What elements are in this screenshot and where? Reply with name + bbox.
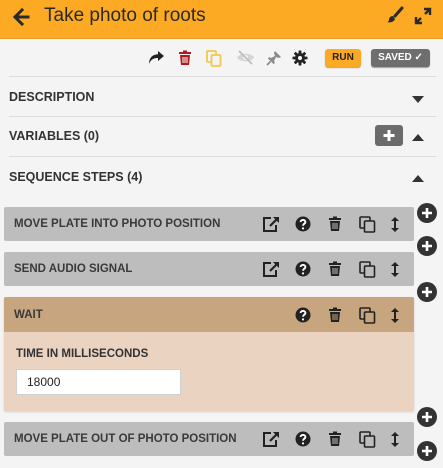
header-divider xyxy=(0,38,443,39)
help-icon[interactable] xyxy=(295,431,311,452)
step-label: WAIT xyxy=(14,309,43,321)
run-button[interactable]: RUN xyxy=(325,49,361,67)
copy-icon[interactable] xyxy=(359,261,376,283)
reorder-icon[interactable] xyxy=(390,261,400,283)
section-title: VARIABLES (0) xyxy=(9,129,100,143)
trash-icon[interactable] xyxy=(328,261,342,282)
reorder-icon[interactable] xyxy=(390,307,400,329)
app-header: Take photo of roots xyxy=(0,0,443,38)
sequence-steps-section[interactable]: SEQUENCE STEPS (4) xyxy=(0,157,443,197)
reorder-icon[interactable] xyxy=(390,431,400,453)
chevron-up-icon[interactable] xyxy=(411,171,425,189)
pin-icon[interactable] xyxy=(266,50,282,71)
gear-icon[interactable] xyxy=(292,50,308,71)
add-variable-button[interactable] xyxy=(375,125,403,146)
section-title: SEQUENCE STEPS (4) xyxy=(9,170,143,184)
trash-icon[interactable] xyxy=(328,431,342,452)
expand-icon[interactable] xyxy=(414,7,432,30)
section-title: DESCRIPTION xyxy=(9,90,95,104)
saved-button[interactable]: SAVED ✓ xyxy=(371,49,430,67)
copy-icon[interactable] xyxy=(359,307,376,329)
time-milliseconds-input[interactable] xyxy=(16,369,181,395)
help-icon[interactable] xyxy=(295,261,311,282)
step-wait[interactable]: WAIT TIME IN MILLISECONDS xyxy=(4,297,414,411)
add-step-button[interactable] xyxy=(417,441,437,461)
add-step-button[interactable] xyxy=(417,236,437,256)
step-label: MOVE PLATE OUT OF PHOTO POSITION xyxy=(14,433,237,445)
trash-icon[interactable] xyxy=(178,50,192,71)
copy-icon[interactable] xyxy=(359,216,376,238)
step-move-plate-into-photo-position[interactable]: MOVE PLATE INTO PHOTO POSITION xyxy=(4,207,414,241)
open-external-icon[interactable] xyxy=(262,431,280,452)
time-field-label: TIME IN MILLISECONDS xyxy=(16,348,149,360)
page-title: Take photo of roots xyxy=(44,5,206,26)
add-step-button[interactable] xyxy=(417,407,437,427)
step-label: SEND AUDIO SIGNAL xyxy=(14,263,133,275)
step-label: MOVE PLATE INTO PHOTO POSITION xyxy=(14,218,221,230)
step-move-plate-out-of-photo-position[interactable]: MOVE PLATE OUT OF PHOTO POSITION xyxy=(4,422,414,456)
trash-icon[interactable] xyxy=(328,307,342,328)
trash-icon[interactable] xyxy=(328,216,342,237)
help-icon[interactable] xyxy=(295,216,311,237)
chevron-down-icon[interactable] xyxy=(411,91,425,109)
eye-slash-icon[interactable] xyxy=(236,50,255,70)
open-external-icon[interactable] xyxy=(262,261,280,282)
description-section[interactable]: DESCRIPTION xyxy=(0,77,443,117)
copy-icon[interactable] xyxy=(206,50,222,72)
step-send-audio-signal[interactable]: SEND AUDIO SIGNAL xyxy=(4,252,414,286)
step-header[interactable]: WAIT xyxy=(4,297,414,332)
back-arrow-icon[interactable] xyxy=(12,7,30,31)
add-step-button[interactable] xyxy=(417,282,437,302)
brush-icon[interactable] xyxy=(386,6,404,29)
copy-icon[interactable] xyxy=(359,431,376,453)
reorder-icon[interactable] xyxy=(390,216,400,238)
add-step-button[interactable] xyxy=(417,203,437,223)
chevron-up-icon[interactable] xyxy=(411,130,425,148)
open-external-icon[interactable] xyxy=(262,216,280,237)
help-icon[interactable] xyxy=(295,307,311,328)
share-icon[interactable] xyxy=(148,50,165,71)
